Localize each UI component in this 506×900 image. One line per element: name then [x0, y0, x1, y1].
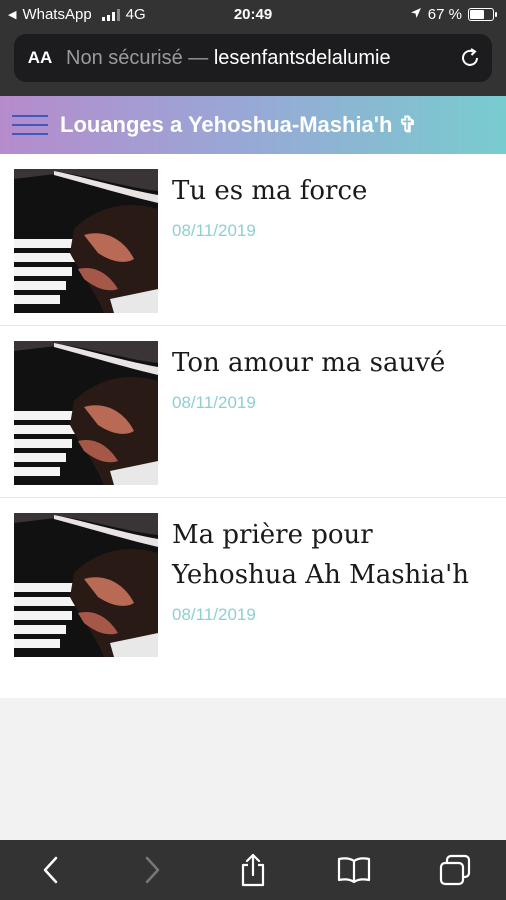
list-item[interactable]: Ton amour ma sauvé 08/11/2019: [0, 326, 506, 498]
domain-label: lesenfantsdelalumie: [213, 46, 391, 69]
list-item[interactable]: Ma prière pour Yehoshua Ah Mashia'h 08/1…: [0, 498, 506, 698]
post-date: 08/11/2019: [172, 393, 256, 412]
security-label: Non sécurisé —: [66, 46, 209, 69]
chevron-right-icon: [145, 856, 160, 884]
site-header: Louanges a Yehoshua-Mashia'h ✞: [0, 96, 506, 154]
post-title[interactable]: Tu es ma force: [172, 169, 367, 211]
aa-label: AA: [27, 48, 53, 67]
url-field[interactable]: Non sécurisé — lesenfantsdelalumie: [66, 47, 448, 70]
post-thumbnail[interactable]: [14, 169, 158, 313]
reload-button[interactable]: [448, 47, 492, 69]
bookmarks-button[interactable]: [324, 845, 384, 895]
reader-settings-button[interactable]: AA: [14, 48, 66, 68]
battery-icon: [468, 8, 497, 21]
battery-percent: 67 %: [427, 6, 462, 23]
post-date: 08/11/2019: [172, 221, 256, 240]
post-date: 08/11/2019: [172, 605, 256, 624]
status-bar: ◀ WhatsApp 4G 20:49 67 %: [0, 0, 506, 30]
post-list: Tu es ma force 08/11/2019 Ton amour ma s…: [0, 154, 506, 698]
chevron-left-icon: [43, 856, 57, 884]
tabs-button[interactable]: [425, 845, 485, 895]
post-title[interactable]: Ton amour ma sauvé: [172, 341, 445, 383]
list-item[interactable]: Tu es ma force 08/11/2019: [0, 154, 506, 326]
browser-toolbar: [0, 840, 506, 900]
post-thumbnail[interactable]: [14, 341, 158, 485]
address-bar[interactable]: AA Non sécurisé — lesenfantsdelalumie: [14, 34, 492, 82]
post-title[interactable]: Ma prière pour Yehoshua Ah Mashia'h: [172, 513, 498, 595]
back-button[interactable]: [21, 845, 81, 895]
forward-button[interactable]: [122, 845, 182, 895]
menu-icon[interactable]: [0, 96, 60, 154]
share-icon: [241, 853, 265, 887]
post-thumbnail[interactable]: [14, 513, 158, 657]
book-icon: [338, 857, 371, 884]
browser-chrome: ◀ WhatsApp 4G 20:49 67 % AA Non sécurisé…: [0, 0, 506, 96]
location-icon: [410, 6, 422, 23]
share-button[interactable]: [223, 845, 283, 895]
site-title[interactable]: Louanges a Yehoshua-Mashia'h ✞: [60, 112, 417, 138]
tabs-icon: [440, 854, 471, 886]
reload-icon: [462, 48, 478, 66]
